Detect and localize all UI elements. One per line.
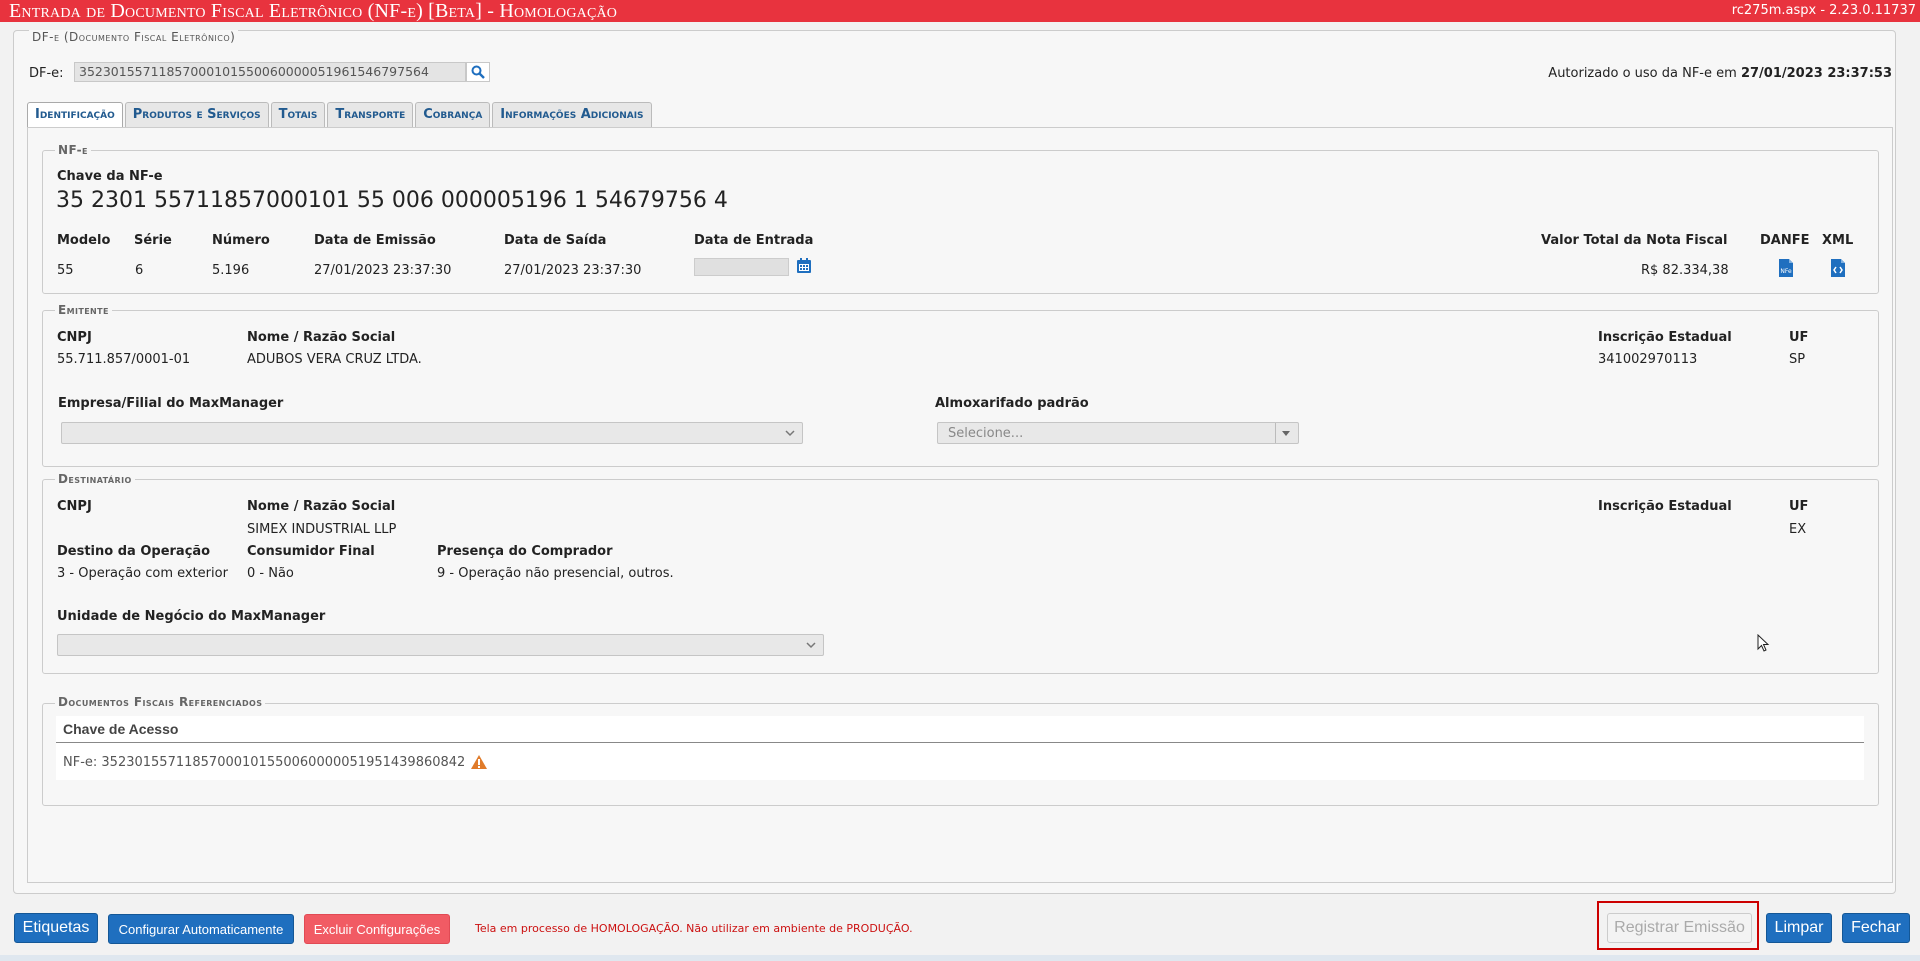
destinatario-ie-label: Inscrição Estadual [1598, 499, 1732, 514]
authorization-status: Autorizado o uso da NF-e em 27/01/2023 2… [1548, 66, 1892, 81]
numero-label: Número [212, 233, 270, 248]
modelo-label: Modelo [57, 233, 111, 248]
valor-value: R$ 82.334,38 [1641, 263, 1729, 278]
entrada-label: Data de Entrada [694, 233, 814, 248]
tab-identificacao[interactable]: Identificação [27, 102, 123, 129]
search-icon [471, 65, 485, 79]
tab-informacoes-adicionais[interactable]: Informações Adicionais [492, 102, 652, 128]
almoxarifado-label: Almoxarifado padrão [935, 396, 1089, 411]
empresa-filial-label: Empresa/Filial do MaxManager [58, 396, 284, 411]
tab-totais[interactable]: Totais [270, 102, 326, 128]
etiquetas-button[interactable]: Etiquetas [14, 913, 98, 943]
authorization-date: 27/01/2023 23:37:53 [1740, 66, 1892, 81]
tab-cobranca[interactable]: Cobrança [415, 102, 491, 128]
emitente-ie-value: 341002970113 [1598, 352, 1698, 367]
unidade-negocio-select[interactable] [57, 634, 824, 656]
chave-label: Chave da NF-e [57, 169, 163, 184]
chave-value: 35 2301 55711857000101 55 006 000005196 … [56, 188, 728, 213]
referenciados-legend: Documentos Fiscais Referenciados [55, 695, 266, 709]
table-row: NF-e: 3523015571185700010155006000005195… [63, 754, 488, 770]
emitente-cnpj-value: 55.711.857/0001-01 [57, 352, 191, 367]
referenced-key: NF-e: 3523015571185700010155006000005195… [63, 754, 466, 770]
numero-value: 5.196 [212, 263, 250, 278]
saida-value: 27/01/2023 23:37:30 [504, 263, 642, 278]
tab-transporte[interactable]: Transporte [327, 102, 414, 128]
destinatario-uf-value: EX [1789, 522, 1807, 537]
calendar-icon [797, 258, 811, 273]
emitente-uf-value: SP [1789, 352, 1806, 367]
modelo-value: 55 [57, 263, 74, 278]
excluir-configuracoes-button[interactable]: Excluir Configurações [304, 914, 450, 944]
mouse-cursor-icon [1757, 634, 1770, 652]
valor-label: Valor Total da Nota Fiscal [1541, 233, 1728, 248]
xml-download-button[interactable] [1828, 257, 1848, 279]
fechar-button[interactable]: Fechar [1842, 913, 1910, 943]
presenca-comprador-value: 9 - Operação não presencial, outros. [437, 566, 674, 581]
xml-label: XML [1822, 233, 1854, 248]
pdf-document-icon: NFe [1779, 259, 1793, 277]
emitente-cnpj-label: CNPJ [57, 330, 92, 345]
title-bar: Entrada de Documento Fiscal Eletrônico (… [0, 0, 1920, 22]
dfe-group-legend: DF-e (Documento Fiscal Eletrônico) [29, 30, 239, 44]
dfe-label: DF-e: [29, 66, 64, 81]
xml-document-icon [1831, 259, 1845, 277]
emitente-legend: Emitente [55, 303, 112, 317]
destinatario-nome-label: Nome / Razão Social [247, 499, 396, 514]
unidade-negocio-label: Unidade de Negócio do MaxManager [57, 609, 326, 624]
serie-label: Série [134, 233, 172, 248]
destino-operacao-label: Destino da Operação [57, 544, 211, 559]
destinatario-nome-value: SIMEX INDUSTRIAL LLP [247, 522, 397, 537]
tab-produtos-servicos[interactable]: Produtos e Serviços [124, 102, 269, 128]
destinatario-cnpj-label: CNPJ [57, 499, 92, 514]
svg-text:NFe: NFe [1780, 268, 1792, 275]
danfe-download-button[interactable]: NFe [1776, 257, 1796, 279]
chevron-down-icon [806, 642, 816, 649]
referenciados-table: Chave de Acesso NF-e: 352301557118570001… [56, 716, 1864, 780]
warning-icon[interactable] [470, 754, 488, 770]
saida-label: Data de Saída [504, 233, 607, 248]
bottom-strip [0, 955, 1920, 961]
table-divider [56, 742, 1864, 743]
destinatario-legend: Destinatário [55, 472, 135, 486]
nfe-legend: NF-e [55, 143, 91, 157]
dfe-search-button[interactable] [466, 62, 490, 82]
destinatario-uf-label: UF [1789, 499, 1809, 514]
consumidor-final-value: 0 - Não [247, 566, 294, 581]
almoxarifado-placeholder: Selecione... [948, 426, 1024, 441]
registrar-emissao-highlight [1597, 901, 1759, 950]
limpar-button[interactable]: Limpar [1766, 913, 1832, 943]
dfe-key-input[interactable]: 3523015571185700010155006000005196154679… [74, 62, 466, 82]
version-label: rc275m.aspx - 2.23.0.11737 [1731, 3, 1916, 18]
destino-operacao-value: 3 - Operação com exterior [57, 566, 228, 581]
homologacao-warning: Tela em processo de HOMOLOGAÇÃO. Não uti… [475, 922, 913, 935]
window-title: Entrada de Documento Fiscal Eletrônico (… [9, 0, 618, 22]
presenca-comprador-label: Presença do Comprador [437, 544, 613, 559]
calendar-button[interactable] [795, 257, 813, 275]
caret-down-icon [1282, 431, 1290, 436]
select-divider [1275, 423, 1276, 443]
emissao-label: Data de Emissão [314, 233, 436, 248]
chave-acesso-header: Chave de Acesso [63, 721, 179, 737]
emitente-ie-label: Inscrição Estadual [1598, 330, 1732, 345]
emitente-nome-label: Nome / Razão Social [247, 330, 396, 345]
danfe-label: DANFE [1760, 233, 1810, 248]
tab-bar: Identificação Produtos e Serviços Totais… [27, 102, 654, 129]
consumidor-final-label: Consumidor Final [247, 544, 375, 559]
entrada-date-input[interactable] [694, 258, 789, 276]
emitente-nome-value: ADUBOS VERA CRUZ LTDA. [247, 352, 422, 367]
chevron-down-icon [785, 430, 795, 437]
almoxarifado-select[interactable]: Selecione... [937, 422, 1299, 444]
authorization-prefix: Autorizado o uso da NF-e em [1548, 66, 1737, 81]
serie-value: 6 [135, 263, 144, 278]
configurar-automaticamente-button[interactable]: Configurar Automaticamente [108, 914, 294, 944]
emissao-value: 27/01/2023 23:37:30 [314, 263, 452, 278]
empresa-filial-select[interactable] [61, 422, 803, 444]
emitente-uf-label: UF [1789, 330, 1809, 345]
